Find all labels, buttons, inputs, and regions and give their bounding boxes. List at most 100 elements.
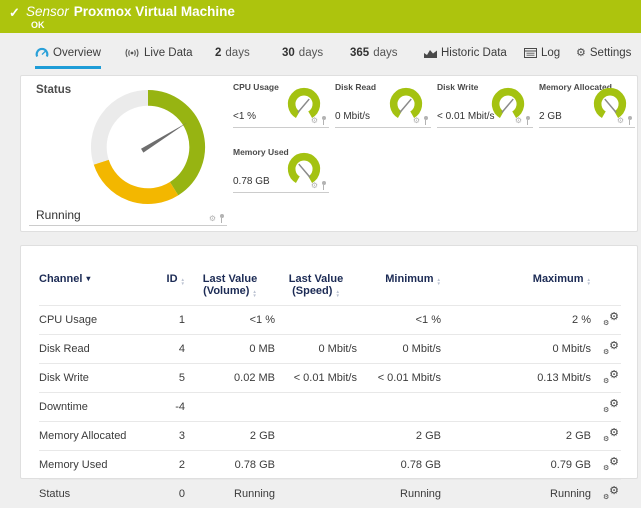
cell-channel[interactable]: CPU Usage — [39, 306, 147, 335]
gear-icon[interactable]: ⚙ — [209, 215, 216, 223]
cell-id: 4 — [147, 335, 185, 364]
column-header-channel[interactable]: Channel▾ — [39, 271, 147, 306]
cell-last-volume: 0 MB — [185, 335, 275, 364]
channel-settings-icon[interactable]: ⚙⚙ — [603, 341, 619, 354]
column-header-id[interactable]: ID▲▼ — [147, 271, 185, 306]
cell-minimum: 0.78 GB — [357, 451, 441, 480]
gear-icon[interactable]: ⚙ — [311, 117, 318, 125]
tab-2-days[interactable]: 2 days — [215, 44, 250, 66]
sensor-header: ✓ SensorProxmox Virtual Machine OK — [0, 0, 641, 33]
pin-icon[interactable] — [321, 181, 326, 190]
pin-icon[interactable] — [627, 116, 632, 125]
channel-table-panel: Channel▾ ID▲▼ Last Value (Volume)▲▼ Last… — [20, 245, 638, 479]
cell-minimum — [357, 393, 441, 422]
status-panel: Status Running ⚙ CPU Usage <1 % ⚙ — [20, 75, 638, 232]
tab-label: Log — [541, 47, 560, 59]
table-row[interactable]: Status 0 Running Running Running ⚙⚙ — [39, 480, 621, 508]
channel-settings-icon[interactable]: ⚙⚙ — [603, 457, 619, 470]
channel-value: <1 % — [233, 111, 256, 122]
cell-channel[interactable]: Memory Allocated — [39, 422, 147, 451]
pin-icon[interactable] — [321, 116, 326, 125]
cell-last-speed: 0 Mbit/s — [275, 335, 357, 364]
gauge-needle — [141, 123, 187, 153]
channel-settings-icon[interactable]: ⚙⚙ — [603, 312, 619, 325]
status-gauge — [89, 88, 207, 206]
tab-historic-data[interactable]: Historic Data — [424, 44, 507, 66]
tab-days-number: 2 — [215, 47, 221, 59]
cell-id: 2 — [147, 451, 185, 480]
cell-channel[interactable]: Disk Read — [39, 335, 147, 364]
prtg-sensor-page: ✓ SensorProxmox Virtual Machine OK Overv… — [0, 0, 641, 479]
sort-icon: ▲▼ — [252, 290, 256, 297]
gear-icon: ⚙ — [576, 48, 586, 58]
cell-maximum — [441, 393, 591, 422]
tab-settings[interactable]: ⚙ Settings — [576, 44, 631, 66]
channel-settings-icon[interactable]: ⚙⚙ — [603, 370, 619, 383]
cell-last-speed — [275, 451, 357, 480]
pin-icon[interactable] — [525, 116, 530, 125]
column-header-minimum[interactable]: Minimum▲▼ — [357, 271, 441, 306]
cell-last-volume — [185, 393, 275, 422]
pin-icon[interactable] — [423, 116, 428, 125]
tab-label: Overview — [53, 47, 101, 59]
channel-settings-icon[interactable]: ⚙⚙ — [603, 428, 619, 441]
gear-icon[interactable]: ⚙ — [617, 117, 624, 125]
mini-gauge-cpu-usage: CPU Usage <1 % ⚙ — [233, 81, 329, 128]
mini-gauge-memory-allocated: Memory Allocated 2 GB ⚙ — [539, 81, 635, 128]
cell-minimum: 2 GB — [357, 422, 441, 451]
cell-id: -4 — [147, 393, 185, 422]
cell-last-volume: <1 % — [185, 306, 275, 335]
table-row[interactable]: Downtime -4 ⚙⚙ — [39, 393, 621, 422]
gear-icon[interactable]: ⚙ — [515, 117, 522, 125]
gauge-icon — [35, 47, 49, 59]
table-row[interactable]: Memory Allocated 3 2 GB 2 GB 2 GB ⚙⚙ — [39, 422, 621, 451]
gear-icon[interactable]: ⚙ — [311, 182, 318, 190]
table-row[interactable]: Disk Read 4 0 MB 0 Mbit/s 0 Mbit/s 0 Mbi… — [39, 335, 621, 364]
channel-value: 0 Mbit/s — [335, 111, 370, 122]
table-row[interactable]: CPU Usage 1 <1 % <1 % 2 % ⚙⚙ — [39, 306, 621, 335]
tab-30-days[interactable]: 30 days — [282, 44, 323, 66]
cell-channel[interactable]: Status — [39, 480, 147, 508]
sensor-type-label: Sensor — [26, 4, 69, 19]
gear-icon[interactable]: ⚙ — [413, 117, 420, 125]
column-header-maximum[interactable]: Maximum▲▼ — [441, 271, 591, 306]
cell-id: 1 — [147, 306, 185, 335]
tab-live-data[interactable]: Live Data — [124, 44, 193, 66]
cell-last-speed — [275, 306, 357, 335]
tab-log[interactable]: Log — [524, 44, 560, 66]
channel-value: 2 GB — [539, 111, 562, 122]
table-row[interactable]: Disk Write 5 0.02 MB < 0.01 Mbit/s < 0.0… — [39, 364, 621, 393]
tab-label: Settings — [590, 47, 632, 59]
cell-minimum: < 0.01 Mbit/s — [357, 364, 441, 393]
cell-channel[interactable]: Downtime — [39, 393, 147, 422]
pin-icon[interactable] — [219, 214, 224, 223]
tab-bar: Overview Live Data 2 days 30 days 365 da… — [0, 44, 641, 68]
sort-icon: ▲▼ — [587, 278, 591, 285]
column-header-last-value-speed[interactable]: Last Value (Speed)▲▼ — [275, 271, 357, 306]
column-header-last-value-volume[interactable]: Last Value (Volume)▲▼ — [185, 271, 275, 306]
cell-channel[interactable]: Memory Used — [39, 451, 147, 480]
cell-last-volume: Running — [185, 480, 275, 508]
tab-365-days[interactable]: 365 days — [350, 44, 397, 66]
cell-id: 5 — [147, 364, 185, 393]
channel-label: Disk Read — [335, 82, 376, 92]
cell-last-speed — [275, 393, 357, 422]
sensor-name: Proxmox Virtual Machine — [74, 4, 235, 19]
mini-gauge-memory-used: Memory Used 0.78 GB ⚙ — [233, 146, 329, 193]
cell-last-volume: 2 GB — [185, 422, 275, 451]
channel-settings-icon[interactable]: ⚙⚙ — [603, 399, 619, 412]
table-row[interactable]: Memory Used 2 0.78 GB 0.78 GB 0.79 GB ⚙⚙ — [39, 451, 621, 480]
cell-maximum: 2 % — [441, 306, 591, 335]
sort-desc-icon: ▾ — [86, 274, 90, 283]
cell-last-speed: < 0.01 Mbit/s — [275, 364, 357, 393]
cell-id: 3 — [147, 422, 185, 451]
status-value-row: Running ⚙ — [29, 205, 227, 226]
table-header-row: Channel▾ ID▲▼ Last Value (Volume)▲▼ Last… — [39, 271, 621, 306]
cell-channel[interactable]: Disk Write — [39, 364, 147, 393]
tab-label: Live Data — [144, 47, 193, 59]
cell-last-volume: 0.02 MB — [185, 364, 275, 393]
sensor-title: Sensor Proxmox Virtual Machine — [26, 4, 235, 19]
chart-icon — [424, 48, 437, 58]
tab-overview[interactable]: Overview — [35, 44, 101, 69]
channel-settings-icon[interactable]: ⚙⚙ — [603, 486, 619, 499]
